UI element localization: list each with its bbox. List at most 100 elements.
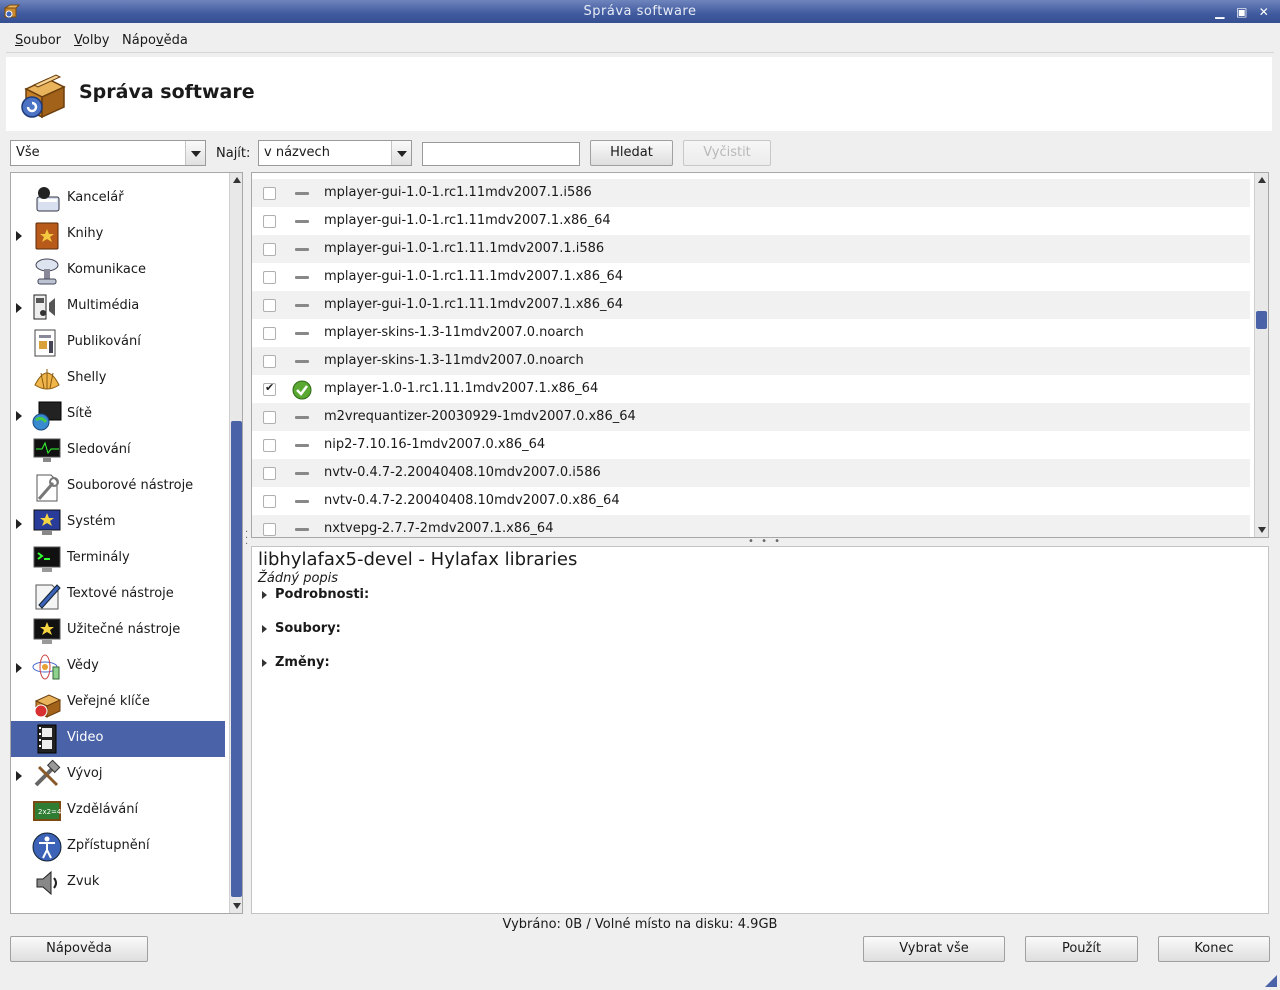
select-all-button[interactable]: Vybrat vše — [863, 936, 1005, 962]
package-checkbox[interactable] — [263, 299, 276, 312]
menu-file[interactable]: Soubor — [15, 33, 61, 48]
expander-arrow-icon[interactable] — [16, 411, 22, 421]
package-checkbox[interactable] — [263, 243, 276, 256]
resize-grip-icon[interactable] — [1262, 972, 1278, 988]
search-input[interactable] — [422, 142, 580, 166]
package-row[interactable]: nvtv-0.4.7-2.20040408.10mdv2007.0.i586 — [252, 459, 1250, 487]
details-expander[interactable]: Podrobnosti: — [262, 587, 369, 602]
files-expander[interactable]: Soubory: — [262, 621, 341, 636]
not-installed-dash-icon — [295, 220, 309, 223]
category-item[interactable]: Zpřístupnění — [11, 829, 225, 865]
vertical-pane-grip-icon[interactable]: · · · — [245, 528, 248, 550]
category-label: Zpřístupnění — [67, 838, 150, 853]
menu-options[interactable]: Volby — [74, 33, 109, 48]
menu-help[interactable]: Nápověda — [122, 33, 188, 48]
shell-icon — [31, 363, 63, 395]
package-checkbox[interactable] — [263, 523, 276, 536]
expander-arrow-icon[interactable] — [16, 663, 22, 673]
group-select[interactable]: Vše — [10, 140, 206, 166]
scroll-down-icon[interactable] — [230, 899, 242, 913]
group-select-value: Vše — [16, 145, 40, 160]
category-item[interactable]: Komunikace — [11, 253, 225, 289]
category-label: Veřejné klíče — [67, 694, 150, 709]
expander-arrow-icon[interactable] — [16, 231, 22, 241]
scroll-down-icon[interactable] — [1255, 523, 1268, 537]
category-item[interactable]: Souborové nástroje — [11, 469, 225, 505]
package-scroll-thumb[interactable] — [1256, 311, 1267, 329]
package-row[interactable]: m2vrequantizer-20030929-1mdv2007.0.x86_6… — [252, 403, 1250, 431]
package-row[interactable]: nxtvepg-2.7.7-2mdv2007.1.x86_64 — [252, 515, 1250, 537]
package-checkbox[interactable] — [263, 411, 276, 424]
category-item[interactable]: Kancelář — [11, 181, 225, 217]
clear-button[interactable]: Vyčistit — [683, 140, 771, 166]
find-mode-select[interactable]: v názvech — [258, 140, 412, 166]
package-checkbox[interactable] — [263, 355, 276, 368]
category-item[interactable]: Veřejné klíče — [11, 685, 225, 721]
terminal-icon — [31, 543, 63, 575]
window-titlebar[interactable]: Správa software ▁ ▣ ✕ — [0, 0, 1280, 23]
not-installed-dash-icon — [295, 500, 309, 503]
category-item[interactable]: Terminály — [11, 541, 225, 577]
app-icon — [4, 4, 20, 18]
package-checkbox[interactable] — [263, 327, 276, 340]
category-scrollbar[interactable] — [229, 173, 242, 913]
category-label: Shelly — [67, 370, 107, 385]
category-item[interactable]: 2x2=4 Vzdělávání — [11, 793, 225, 829]
find-label: Najít: — [216, 146, 251, 161]
package-scrollbar[interactable] — [1254, 173, 1268, 537]
category-item[interactable]: Knihy — [11, 217, 225, 253]
category-item[interactable]: Sítě — [11, 397, 225, 433]
package-detail: libhylafax5-devel - Hylafax libraries Žá… — [251, 546, 1269, 914]
package-row[interactable]: mplayer-gui-1.0-1.rc1.11.1mdv2007.1.x86_… — [252, 263, 1250, 291]
package-checkbox[interactable] — [263, 215, 276, 228]
category-item[interactable]: Vývoj — [11, 757, 225, 793]
category-item[interactable]: Textové nástroje — [11, 577, 225, 613]
minimize-icon[interactable]: ▁ — [1212, 4, 1228, 20]
package-checkbox[interactable] — [263, 439, 276, 452]
scroll-up-icon[interactable] — [1255, 173, 1268, 187]
not-installed-dash-icon — [295, 472, 309, 475]
page-title: Správa software — [79, 81, 255, 103]
package-row[interactable]: mplayer-skins-1.3-11mdv2007.0.noarch — [252, 347, 1250, 375]
help-button[interactable]: Nápověda — [10, 936, 148, 962]
package-row[interactable]: mplayer-gui-1.0-1.rc1.11mdv2007.1.x86_64 — [252, 207, 1250, 235]
apply-button[interactable]: Použít — [1025, 936, 1138, 962]
changes-expander[interactable]: Změny: — [262, 655, 330, 670]
expander-arrow-icon[interactable] — [16, 519, 22, 529]
quit-button[interactable]: Konec — [1158, 936, 1270, 962]
category-label: Souborové nástroje — [67, 478, 194, 493]
package-row[interactable]: nip2-7.10.16-1mdv2007.0.x86_64 — [252, 431, 1250, 459]
package-checkbox[interactable] — [263, 381, 276, 396]
chevron-down-icon[interactable] — [391, 141, 411, 165]
category-item[interactable]: Shelly — [11, 361, 225, 397]
package-row[interactable]: mplayer-gui-1.0-1.rc1.11mdv2007.1.i586 — [252, 179, 1250, 207]
package-row[interactable]: mplayer-skins-1.3-11mdv2007.0.noarch — [252, 319, 1250, 347]
category-item[interactable]: Publikování — [11, 325, 225, 361]
close-icon[interactable]: ✕ — [1256, 4, 1272, 20]
expander-arrow-icon[interactable] — [16, 303, 22, 313]
maximize-icon[interactable]: ▣ — [1234, 4, 1250, 20]
expander-arrow-icon[interactable] — [16, 771, 22, 781]
package-row[interactable]: nvtv-0.4.7-2.20040408.10mdv2007.0.x86_64 — [252, 487, 1250, 515]
detail-title: libhylafax5-devel - Hylafax libraries — [258, 549, 578, 570]
horizontal-pane-grip-icon[interactable]: • • • — [748, 537, 782, 547]
detail-description: Žádný popis — [258, 571, 339, 586]
package-row[interactable]: mplayer-1.0-1.rc1.11.1mdv2007.1.x86_64 — [252, 375, 1250, 403]
chevron-down-icon[interactable] — [185, 141, 205, 165]
category-item[interactable]: Užitečné nástroje — [11, 613, 225, 649]
package-checkbox[interactable] — [263, 271, 276, 284]
package-checkbox[interactable] — [263, 187, 276, 200]
category-item[interactable]: Sledování — [11, 433, 225, 469]
category-item[interactable]: Video — [11, 721, 225, 757]
category-item[interactable]: Systém — [11, 505, 225, 541]
package-checkbox[interactable] — [263, 467, 276, 480]
package-row[interactable]: mplayer-gui-1.0-1.rc1.11.1mdv2007.1.i586 — [252, 235, 1250, 263]
category-scroll-thumb[interactable] — [231, 421, 242, 897]
category-item[interactable]: Zvuk — [11, 865, 225, 901]
search-button[interactable]: Hledat — [590, 140, 673, 166]
package-row[interactable]: mplayer-gui-1.0-1.rc1.11.1mdv2007.1.x86_… — [252, 291, 1250, 319]
category-item[interactable]: Vědy — [11, 649, 225, 685]
category-item[interactable]: Multimédia — [11, 289, 225, 325]
scroll-up-icon[interactable] — [230, 173, 242, 187]
package-checkbox[interactable] — [263, 495, 276, 508]
